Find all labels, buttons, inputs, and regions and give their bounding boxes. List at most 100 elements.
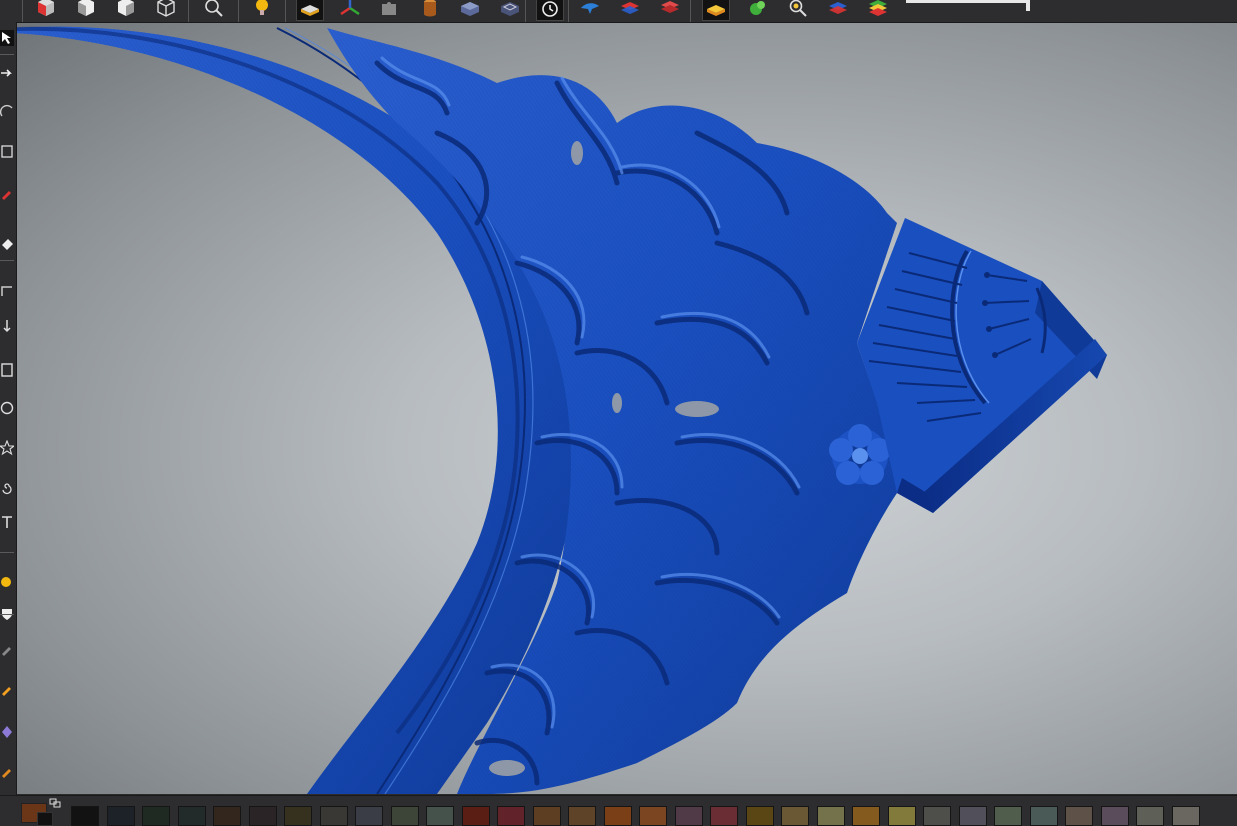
axes-button[interactable]	[337, 0, 363, 20]
box-button[interactable]	[457, 0, 483, 20]
color-swatch[interactable]	[745, 806, 774, 826]
eraser-icon	[2, 239, 13, 250]
color-swatch[interactable]	[248, 806, 277, 826]
diamond-purple-tool[interactable]	[0, 724, 14, 740]
bird-button[interactable]	[577, 0, 603, 20]
view-front-icon	[78, 0, 94, 16]
axes-icon	[340, 0, 360, 16]
fill-yellow-tool[interactable]	[0, 574, 14, 590]
view-front-button[interactable]	[73, 0, 99, 20]
color-swatch[interactable]	[1171, 806, 1200, 826]
arrow-right-icon	[1, 69, 12, 77]
toolbar-separator	[22, 0, 23, 22]
light-bulb-button[interactable]	[249, 0, 275, 20]
color-swatch[interactable]	[106, 806, 135, 826]
layers-multicolor-button[interactable]	[865, 0, 891, 20]
color-swatch[interactable]	[319, 806, 348, 826]
pencil-gray-tool[interactable]	[0, 642, 14, 658]
cylinder-button[interactable]	[417, 0, 443, 20]
text-tool-icon	[2, 516, 12, 528]
color-swatch[interactable]	[781, 806, 809, 826]
color-swatch[interactable]	[1029, 806, 1058, 826]
arc-icon	[0, 104, 13, 117]
layers-blue-red-icon	[829, 2, 847, 14]
transform-box-tool[interactable]	[0, 144, 14, 160]
layer-shaded-button[interactable]	[296, 0, 324, 21]
spiral-icon	[2, 483, 12, 495]
red-pen-tool[interactable]	[0, 186, 14, 202]
transform-box-icon	[1, 145, 13, 158]
color-swatch[interactable]	[461, 806, 490, 826]
pencil-gray-icon	[2, 647, 11, 656]
layer-yellow-icon	[707, 5, 725, 16]
zoom-button[interactable]	[201, 0, 227, 20]
color-swatch[interactable]	[142, 806, 170, 826]
color-swatch[interactable]	[497, 806, 525, 826]
3d-viewport[interactable]	[17, 23, 1237, 794]
pencil-orange-tool[interactable]	[0, 682, 14, 698]
arc-tool[interactable]	[0, 104, 14, 120]
puzzle-button[interactable]	[377, 0, 403, 20]
color-swatch[interactable]	[958, 806, 987, 826]
rectangle-tool[interactable]	[0, 362, 14, 378]
color-swatch[interactable]	[994, 806, 1022, 826]
view-iso-shaded-button[interactable]	[33, 0, 59, 20]
color-swatch[interactable]	[816, 806, 845, 826]
select-arrow-tool[interactable]	[0, 30, 14, 46]
color-swatch[interactable]	[1065, 806, 1093, 826]
color-swatch[interactable]	[532, 806, 561, 826]
link-colors-icon[interactable]	[49, 798, 61, 808]
toolbar-separator	[568, 0, 569, 22]
pencil-orange-icon	[2, 687, 11, 696]
layers-multicolor-icon	[869, 0, 887, 16]
eraser-tool[interactable]	[0, 236, 14, 252]
move-down-tool[interactable]	[0, 318, 14, 334]
view-iso-shaded-icon	[38, 0, 54, 16]
secondary-color-swatch[interactable]	[37, 812, 53, 826]
color-swatch[interactable]	[426, 806, 454, 826]
color-swatch[interactable]	[887, 806, 916, 826]
tool-separator	[0, 552, 14, 553]
color-swatch[interactable]	[284, 806, 312, 826]
color-swatch[interactable]	[213, 806, 241, 826]
cylinder-icon	[424, 0, 436, 17]
star-tool[interactable]	[0, 440, 14, 456]
spiral-tool[interactable]	[0, 480, 14, 496]
color-swatch[interactable]	[71, 806, 99, 826]
color-swatch[interactable]	[177, 806, 206, 826]
color-swatch[interactable]	[923, 806, 951, 826]
color-swatch[interactable]	[355, 806, 383, 826]
text-tool-tool[interactable]	[0, 514, 14, 530]
color-swatch[interactable]	[710, 806, 738, 826]
box-outline-button[interactable]	[497, 0, 523, 20]
color-swatch[interactable]	[390, 806, 419, 826]
corner-icon	[1, 286, 12, 296]
arrow-right-tool[interactable]	[0, 66, 14, 82]
pencil-orange-2-tool[interactable]	[0, 764, 14, 780]
color-swatch[interactable]	[852, 806, 880, 826]
color-swatch[interactable]	[603, 806, 632, 826]
green-blob-button[interactable]	[745, 0, 771, 20]
color-swatch[interactable]	[1136, 806, 1164, 826]
zoom-slider-thumb[interactable]	[1026, 0, 1030, 11]
rotate-view-button[interactable]	[536, 0, 564, 21]
layers-blue-red-button[interactable]	[825, 0, 851, 20]
layer-yellow-button[interactable]	[702, 0, 730, 21]
color-swatch[interactable]	[568, 806, 596, 826]
color-swatch[interactable]	[639, 806, 667, 826]
corner-tool[interactable]	[0, 284, 14, 300]
zoom-slider-track[interactable]	[906, 0, 1030, 3]
pencil-orange-2-icon	[2, 769, 11, 778]
top-toolbar	[0, 0, 1237, 23]
rectangle-icon	[1, 363, 13, 377]
toolbar-separator	[238, 0, 239, 22]
layers-red-blue-button[interactable]	[617, 0, 643, 20]
zoom-sparkle-button[interactable]	[785, 0, 811, 20]
circle-tool[interactable]	[0, 400, 14, 416]
color-swatch[interactable]	[674, 806, 703, 826]
view-wire-cube-button[interactable]	[153, 0, 179, 20]
color-swatch[interactable]	[1100, 806, 1129, 826]
tool-separator	[0, 614, 14, 615]
view-side-button[interactable]	[113, 0, 139, 20]
layers-red-button[interactable]	[657, 0, 683, 20]
